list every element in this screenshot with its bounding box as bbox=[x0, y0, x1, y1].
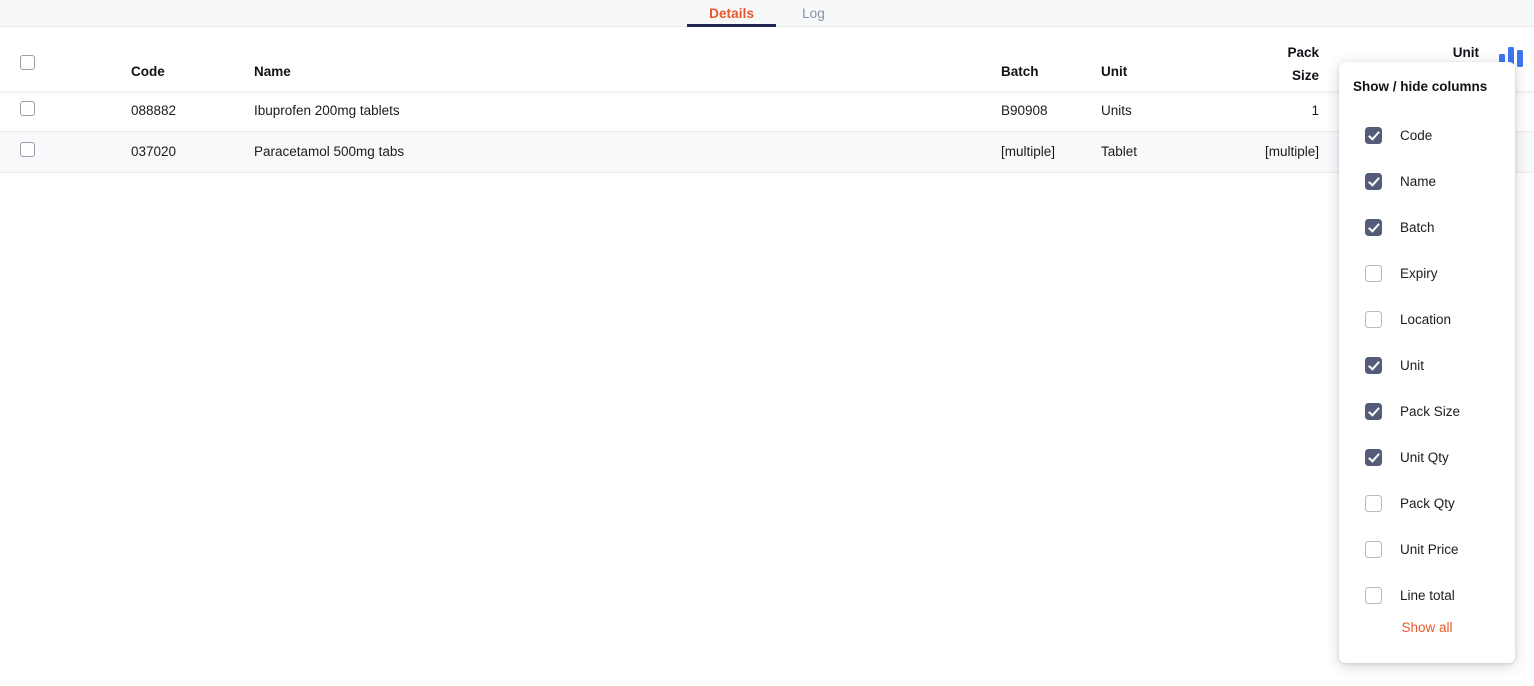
row-select-checkbox[interactable] bbox=[20, 101, 35, 119]
column-options-list: Code Name Batch Expiry Location Unit Pac… bbox=[1339, 112, 1515, 618]
column-option-label: Pack Size bbox=[1400, 404, 1460, 419]
column-option-batch[interactable]: Batch bbox=[1339, 204, 1515, 250]
checkbox-expiry[interactable] bbox=[1365, 265, 1382, 282]
cell-name: Ibuprofen 200mg tablets bbox=[254, 103, 400, 118]
cell-code: 088882 bbox=[131, 103, 176, 118]
column-option-label: Line total bbox=[1400, 588, 1455, 603]
show-all-button[interactable]: Show all bbox=[1339, 620, 1515, 635]
columns-icon-bar-3 bbox=[1517, 50, 1523, 67]
table-row[interactable]: 088882 Ibuprofen 200mg tablets B90908 Un… bbox=[0, 91, 1534, 132]
column-option-label: Unit Price bbox=[1400, 542, 1459, 557]
tab-details-label: Details bbox=[709, 6, 754, 21]
checkbox-unit-price[interactable] bbox=[1365, 541, 1382, 558]
cell-code: 037020 bbox=[131, 144, 176, 159]
table-header-row: Code Name Batch Unit Pack Size Unit Qty bbox=[0, 28, 1534, 91]
column-header-code[interactable]: Code bbox=[131, 64, 165, 79]
checkbox-box bbox=[20, 55, 35, 70]
column-option-location[interactable]: Location bbox=[1339, 296, 1515, 342]
cell-batch: B90908 bbox=[1001, 103, 1048, 118]
checkbox-batch[interactable] bbox=[1365, 219, 1382, 236]
column-header-pack-size-line2: Size bbox=[1119, 64, 1319, 87]
column-option-label: Pack Qty bbox=[1400, 496, 1455, 511]
popup-title: Show / hide columns bbox=[1353, 79, 1487, 94]
tab-bar: Details Log bbox=[0, 0, 1534, 27]
column-header-pack-size[interactable]: Pack Size bbox=[1119, 41, 1319, 87]
cell-pack-size: 1 bbox=[1119, 103, 1319, 118]
checkbox-code[interactable] bbox=[1365, 127, 1382, 144]
tab-list: Details Log bbox=[0, 0, 1534, 27]
table-row[interactable]: 037020 Paracetamol 500mg tabs [multiple]… bbox=[0, 132, 1534, 173]
checkbox-line-total[interactable] bbox=[1365, 587, 1382, 604]
checkbox-unit-qty[interactable] bbox=[1365, 449, 1382, 466]
column-option-label: Code bbox=[1400, 128, 1432, 143]
checkbox-pack-size[interactable] bbox=[1365, 403, 1382, 420]
checkbox-name[interactable] bbox=[1365, 173, 1382, 190]
column-option-unit[interactable]: Unit bbox=[1339, 342, 1515, 388]
show-hide-columns-popup: Show / hide columns Code Name Batch Expi… bbox=[1339, 62, 1515, 663]
column-option-label: Location bbox=[1400, 312, 1451, 327]
column-header-batch[interactable]: Batch bbox=[1001, 64, 1039, 79]
column-option-expiry[interactable]: Expiry bbox=[1339, 250, 1515, 296]
column-option-unit-price[interactable]: Unit Price bbox=[1339, 526, 1515, 572]
column-option-pack-size[interactable]: Pack Size bbox=[1339, 388, 1515, 434]
column-option-label: Unit Qty bbox=[1400, 450, 1449, 465]
column-header-unit-qty-line1: Unit bbox=[1339, 41, 1479, 64]
items-table: Code Name Batch Unit Pack Size Unit Qty … bbox=[0, 28, 1534, 173]
cell-name: Paracetamol 500mg tabs bbox=[254, 144, 404, 159]
column-option-label: Name bbox=[1400, 174, 1436, 189]
column-option-label: Unit bbox=[1400, 358, 1424, 373]
column-header-pack-size-line1: Pack bbox=[1119, 41, 1319, 64]
column-option-unit-qty[interactable]: Unit Qty bbox=[1339, 434, 1515, 480]
column-option-name[interactable]: Name bbox=[1339, 158, 1515, 204]
column-option-code[interactable]: Code bbox=[1339, 112, 1515, 158]
tab-log-label: Log bbox=[802, 6, 825, 21]
checkbox-box bbox=[20, 142, 35, 157]
checkbox-box bbox=[20, 101, 35, 116]
checkbox-pack-qty[interactable] bbox=[1365, 495, 1382, 512]
tab-log[interactable]: Log bbox=[778, 0, 849, 27]
checkbox-unit[interactable] bbox=[1365, 357, 1382, 374]
select-all-checkbox[interactable] bbox=[20, 55, 35, 73]
cell-pack-size: [multiple] bbox=[1119, 144, 1319, 159]
column-option-line-total[interactable]: Line total bbox=[1339, 572, 1515, 618]
row-select-checkbox[interactable] bbox=[20, 142, 35, 160]
tab-details[interactable]: Details bbox=[685, 0, 778, 27]
checkbox-location[interactable] bbox=[1365, 311, 1382, 328]
cell-batch: [multiple] bbox=[1001, 144, 1055, 159]
column-header-name[interactable]: Name bbox=[254, 64, 291, 79]
column-option-label: Batch bbox=[1400, 220, 1435, 235]
column-option-pack-qty[interactable]: Pack Qty bbox=[1339, 480, 1515, 526]
column-option-label: Expiry bbox=[1400, 266, 1438, 281]
